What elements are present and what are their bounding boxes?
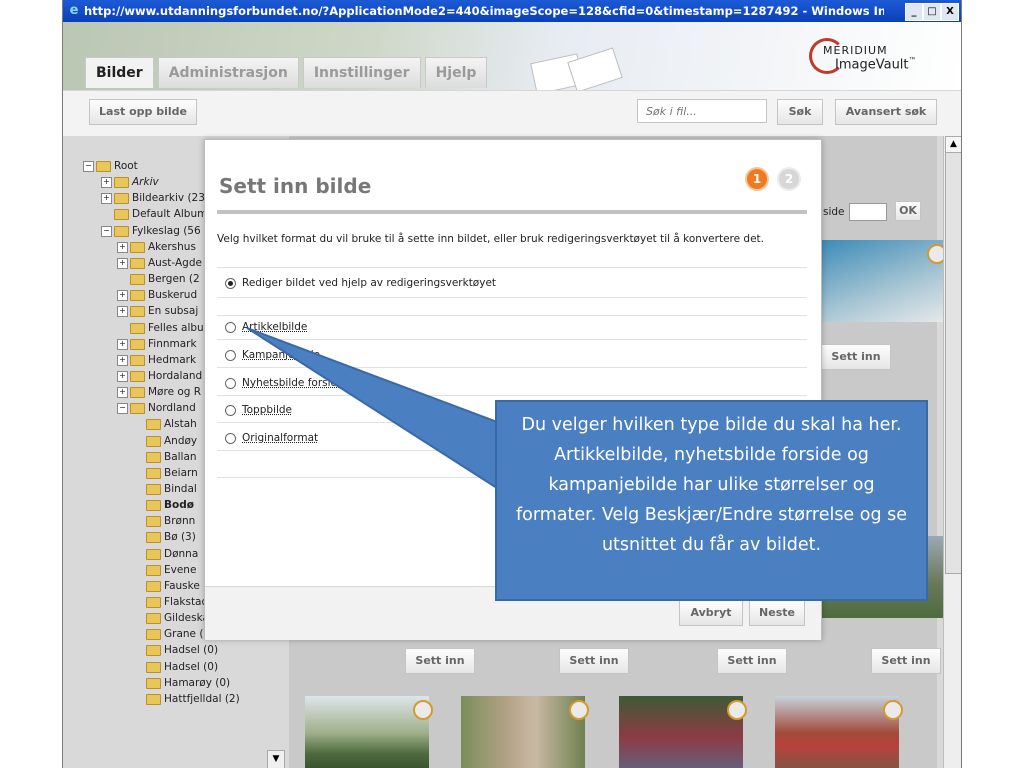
callout-pointer (246, 327, 498, 490)
callout-text: Du velger hvilken type bilde du skal ha … (515, 415, 908, 555)
callout-pointer-shape (246, 327, 498, 490)
callout-box: Du velger hvilken type bilde du skal ha … (495, 400, 928, 601)
